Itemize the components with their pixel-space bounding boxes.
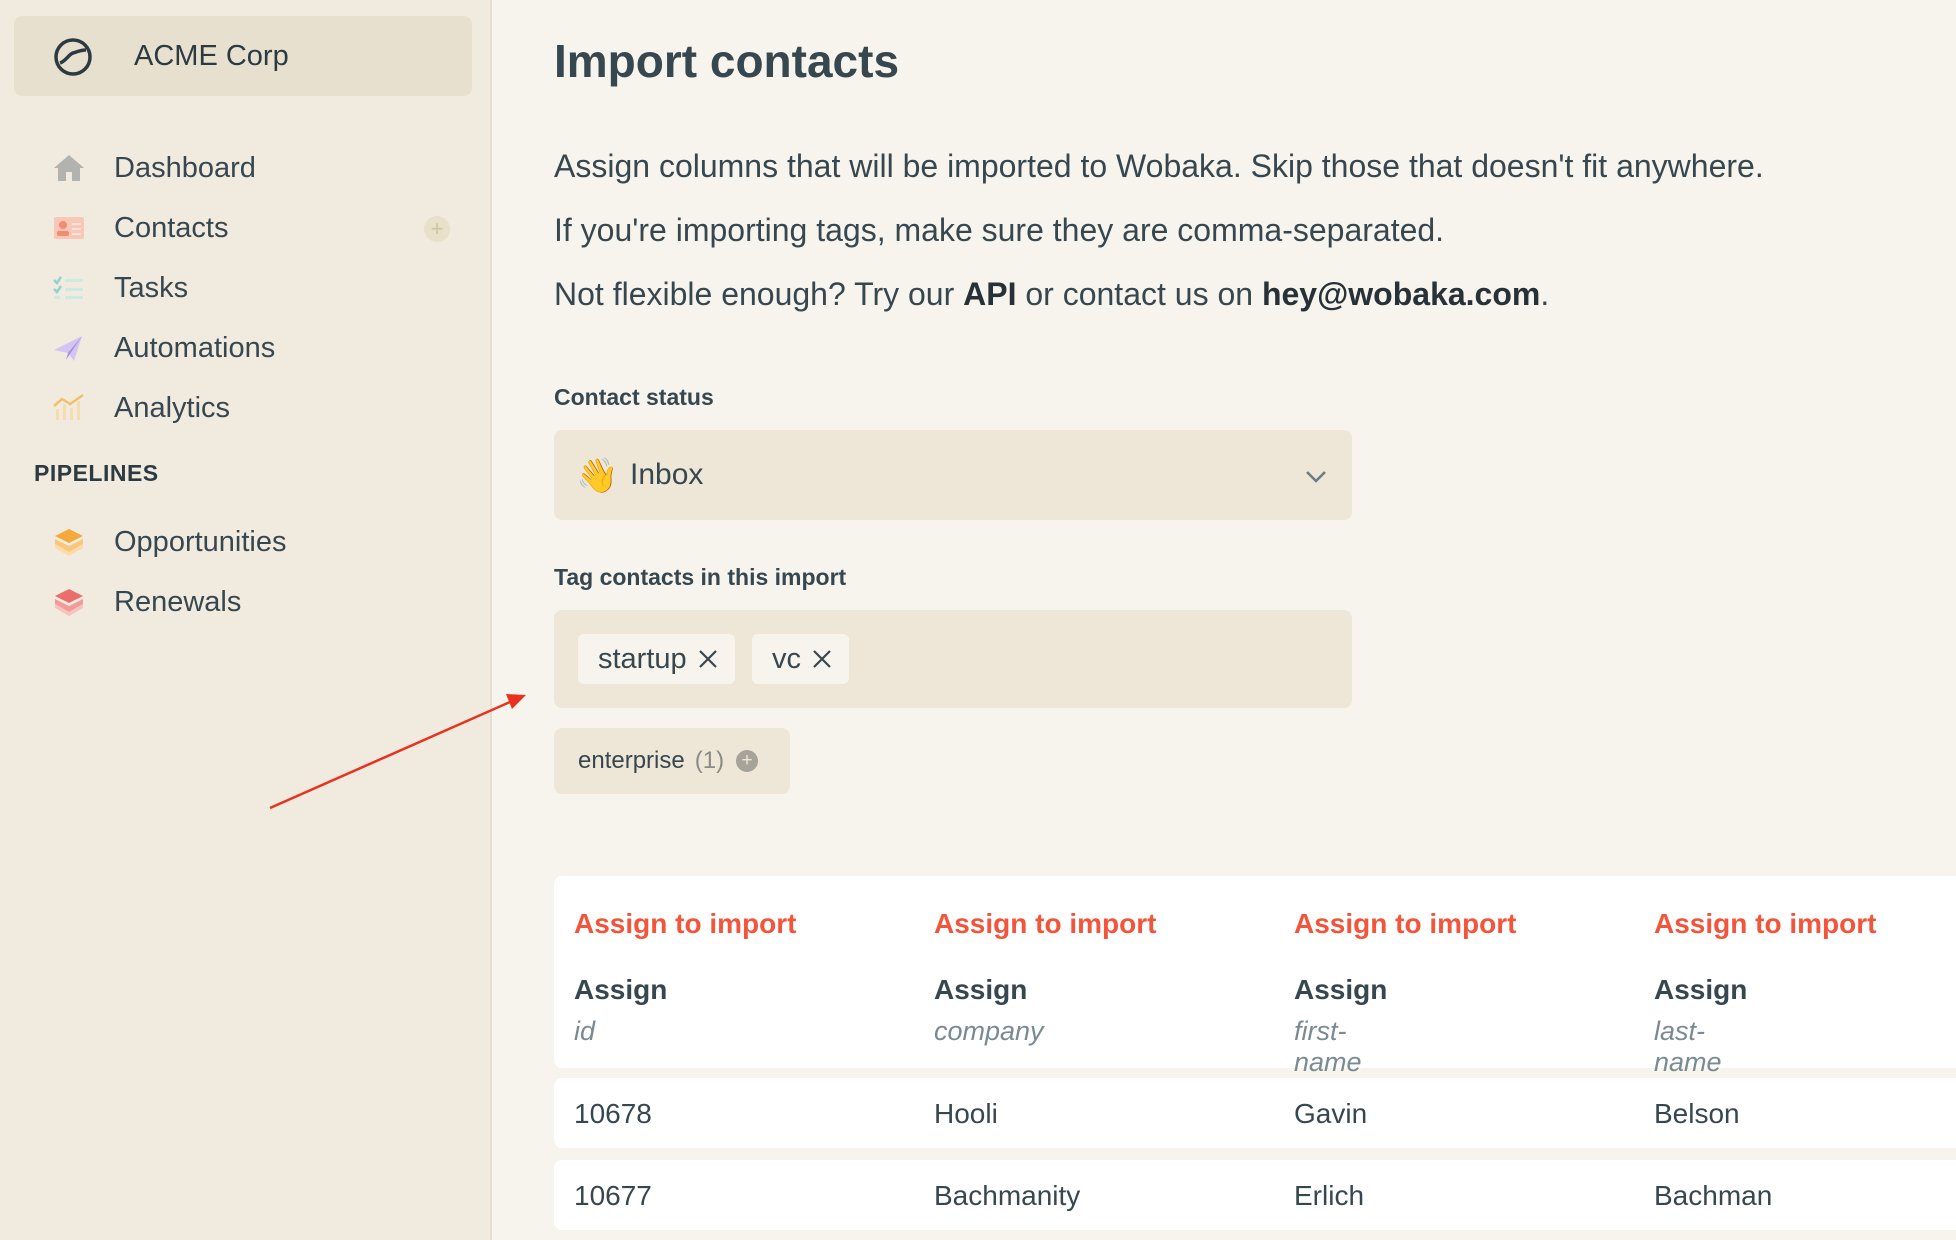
assign-button[interactable]: Assign (1294, 974, 1387, 1006)
pipelines-heading: PIPELINES (34, 460, 159, 486)
page-title: Import contacts (554, 35, 900, 87)
table-cell: Erlich (1294, 1180, 1365, 1211)
checklist-icon (53, 276, 83, 299)
main-nav: Dashboard Contacts + Tasks Automations A… (0, 138, 490, 438)
org-name: ACME Corp (134, 39, 289, 72)
table-row: 10677 Bachmanity Erlich Bachman (554, 1160, 1956, 1230)
table-cell: 10678 (574, 1098, 652, 1129)
assign-to-import-link[interactable]: Assign to import (574, 908, 796, 940)
contact-status-value: Inbox (630, 458, 704, 491)
nav-label: Contacts (114, 211, 229, 244)
table-cell: Bachmanity (934, 1180, 1081, 1211)
tag-chip-label: vc (772, 642, 801, 675)
assign-button[interactable]: Assign (1654, 974, 1747, 1006)
table-cell: Hooli (934, 1098, 998, 1129)
column-name: last-name (1654, 1016, 1722, 1077)
api-link[interactable]: API (963, 276, 1016, 312)
table-cell: Bachman (1654, 1180, 1773, 1211)
waving-hand-icon: 👋 (576, 457, 619, 495)
layers-icon (55, 529, 83, 556)
assign-button[interactable]: Assign (934, 974, 1027, 1006)
intro-text: Not flexible enough? Try our (554, 276, 964, 312)
tag-suggestion-label: enterprise (578, 747, 685, 774)
table-cell: 10677 (574, 1180, 652, 1211)
nav-item-renewals[interactable]: Renewals (0, 572, 490, 632)
pipelines-nav: Opportunities Renewals (0, 512, 490, 632)
chevron-down-icon (1306, 471, 1326, 483)
column-mapping-header: Assign to import Assign id Assign to imp… (554, 876, 1956, 1077)
nav-label: Tasks (114, 271, 189, 304)
intro-line-2: If you're importing tags, make sure they… (554, 212, 1445, 248)
intro-text: or contact us on (1016, 276, 1262, 312)
assign-to-import-link[interactable]: Assign to import (934, 908, 1156, 940)
org-switcher[interactable]: ACME Corp (14, 16, 472, 96)
tag-suggestion-enterprise[interactable]: enterprise (1) + (554, 728, 790, 794)
close-icon[interactable] (811, 648, 833, 670)
chart-icon (53, 393, 84, 420)
assign-to-import-link[interactable]: Assign to import (1294, 908, 1516, 940)
assign-to-import-link[interactable]: Assign to import (1654, 908, 1876, 940)
contact-status-select[interactable]: 👋 Inbox (554, 430, 1352, 520)
layers-icon (55, 589, 83, 616)
nav-label: Analytics (114, 391, 231, 424)
column-name: first-name (1294, 1016, 1362, 1077)
close-icon[interactable] (697, 648, 719, 670)
nav-label: Opportunities (114, 525, 287, 558)
nav-label: Dashboard (114, 151, 256, 184)
nav-label: Automations (114, 331, 276, 364)
nav-item-analytics[interactable]: Analytics (0, 378, 490, 438)
tag-contacts-label: Tag contacts in this import (554, 564, 847, 590)
tag-suggestion-count: (1) (694, 747, 725, 774)
tag-chip: vc (752, 634, 849, 684)
plus-icon[interactable]: + (736, 750, 759, 772)
assign-button[interactable]: Assign (574, 974, 667, 1006)
nav-item-automations[interactable]: Automations (0, 318, 490, 378)
contact-card-icon (54, 217, 84, 239)
nav-item-contacts[interactable]: Contacts + (0, 198, 490, 258)
home-icon (54, 155, 84, 181)
email-link[interactable]: hey@wobaka.com (1262, 276, 1540, 312)
paper-plane-icon (54, 336, 82, 361)
table-cell: Belson (1654, 1098, 1740, 1129)
intro-line-3: Not flexible enough? Try our API or cont… (554, 276, 1549, 313)
nav-item-tasks[interactable]: Tasks (0, 258, 490, 318)
nav-label: Renewals (114, 585, 242, 618)
column-name: id (574, 1016, 596, 1046)
nav-item-dashboard[interactable]: Dashboard (0, 138, 490, 198)
sidebar: ACME Corp Dashboard Contacts + Tasks Aut… (0, 0, 492, 1240)
intro-text: . (1540, 276, 1550, 312)
table-row: 10678 Hooli Gavin Belson (554, 1078, 1956, 1148)
org-logo-icon (54, 38, 92, 76)
intro-line-1: Assign columns that will be imported to … (554, 148, 1764, 184)
tag-chip: startup (578, 634, 735, 684)
nav-item-opportunities[interactable]: Opportunities (0, 512, 490, 572)
tag-input[interactable]: startup vc (554, 610, 1352, 708)
table-cell: Gavin (1294, 1098, 1368, 1129)
add-contact-button[interactable]: + (424, 216, 450, 242)
contact-status-label: Contact status (554, 384, 714, 410)
tag-chip-label: startup (598, 642, 687, 675)
column-name: company (934, 1016, 1044, 1046)
